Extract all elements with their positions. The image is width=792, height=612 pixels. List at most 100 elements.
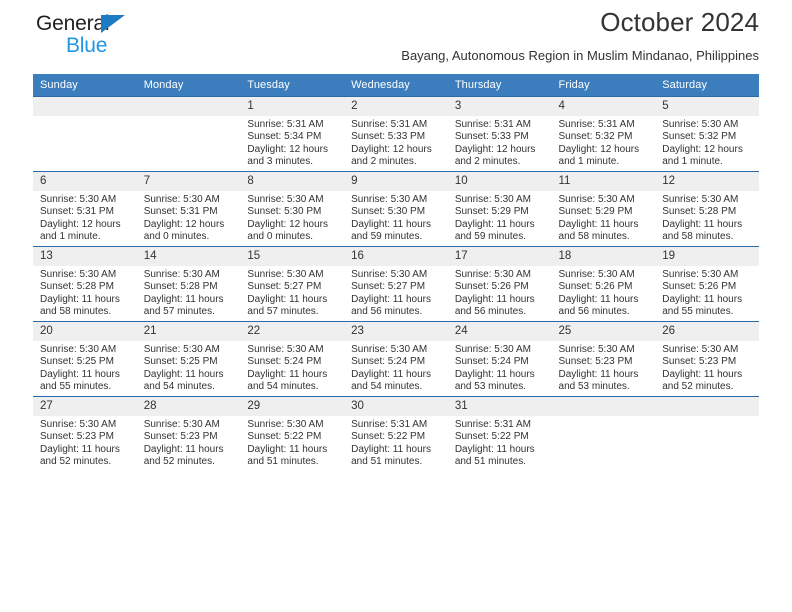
day-cell-content: 23 Sunrise: 5:30 AM Sunset: 5:24 PM Dayligh…: [344, 322, 448, 397]
sunset-text: Sunset: 5:22 PM: [351, 431, 426, 443]
calendar-day-cell[interactable]: 25 Sunrise: 5:30 AM Sunset: 5:23 PM Dayligh…: [551, 321, 656, 397]
day-cell-content: 28 Sunrise: 5:30 AM Sunset: 5:23 PM Dayligh…: [136, 397, 241, 471]
calendar-day-cell[interactable]: 17 Sunrise: 5:30 AM Sunset: 5:26 PM Dayligh…: [447, 246, 552, 322]
calendar-day-cell[interactable]: 20 Sunrise: 5:30 AM Sunset: 5:25 PM Dayligh…: [33, 321, 137, 397]
calendar-day-cell[interactable]: 28 Sunrise: 5:30 AM Sunset: 5:23 PM Dayligh…: [136, 396, 241, 471]
day-sun-info: Sunrise: 5:31 AM Sunset: 5:22 PM Daylight:…: [448, 416, 552, 469]
calendar-day-cell[interactable]: 18 Sunrise: 5:30 AM Sunset: 5:26 PM Dayligh…: [551, 246, 656, 322]
calendar-day-cell[interactable]: 21 Sunrise: 5:30 AM Sunset: 5:25 PM Dayligh…: [136, 321, 241, 397]
day-sun-info: Sunrise: 5:30 AM Sunset: 5:30 PM Daylight:…: [240, 191, 344, 244]
calendar-day-cell[interactable]: 8 Sunrise: 5:30 AM Sunset: 5:30 PM Daylight…: [240, 171, 345, 247]
calendar-day-cell[interactable]: 6 Sunrise: 5:30 AM Sunset: 5:31 PM Daylight…: [33, 171, 137, 247]
daylight-text-line1: Daylight: 12 hours: [247, 143, 329, 155]
day-sun-info: Sunrise: 5:30 AM Sunset: 5:29 PM Daylight:…: [448, 191, 552, 244]
day-sun-info: Sunrise: 5:30 AM Sunset: 5:32 PM Daylight:…: [655, 116, 759, 169]
calendar-day-cell[interactable]: 12 Sunrise: 5:30 AM Sunset: 5:28 PM Dayligh…: [655, 171, 759, 247]
calendar-day-cell[interactable]: 14 Sunrise: 5:30 AM Sunset: 5:28 PM Dayligh…: [136, 246, 241, 322]
day-number: 6: [33, 172, 137, 191]
day-cell-content: 7 Sunrise: 5:30 AM Sunset: 5:31 PM Daylight…: [136, 172, 241, 247]
calendar-day-cell[interactable]: 4 Sunrise: 5:31 AM Sunset: 5:32 PM Daylight…: [551, 96, 656, 172]
calendar-week-row: 1 Sunrise: 5:31 AM Sunset: 5:34 PM Daylight…: [33, 96, 759, 172]
daylight-text-line1: Daylight: 11 hours: [454, 368, 535, 380]
calendar-day-cell[interactable]: 23 Sunrise: 5:30 AM Sunset: 5:24 PM Dayligh…: [344, 321, 448, 397]
weekday-header-sunday: Sunday: [33, 74, 137, 97]
calendar-body: 1 Sunrise: 5:31 AM Sunset: 5:34 PM Daylight…: [33, 96, 759, 471]
sunrise-text: Sunrise: 5:30 AM: [558, 344, 635, 355]
daylight-text-line2: and 1 minute.: [40, 231, 101, 243]
daylight-text-line1: Daylight: 11 hours: [40, 443, 120, 455]
general-blue-logo[interactable]: General Blue: [36, 12, 171, 62]
calendar-day-cell[interactable]: 7 Sunrise: 5:30 AM Sunset: 5:31 PM Daylight…: [136, 171, 241, 247]
day-cell-content: 2 Sunrise: 5:31 AM Sunset: 5:33 PM Daylight…: [344, 97, 448, 172]
calendar-day-cell[interactable]: 9 Sunrise: 5:30 AM Sunset: 5:30 PM Daylight…: [344, 171, 448, 247]
day-sun-info: Sunrise: 5:30 AM Sunset: 5:29 PM Daylight:…: [552, 191, 656, 244]
logo-text-general: General: [36, 12, 110, 35]
day-number: 30: [344, 397, 448, 416]
weekday-header-friday: Friday: [551, 74, 656, 97]
calendar-day-cell[interactable]: 11 Sunrise: 5:30 AM Sunset: 5:29 PM Dayligh…: [551, 171, 656, 247]
calendar-header-row: Sunday Monday Tuesday Wednesday Thursday…: [33, 74, 759, 97]
sunrise-text: Sunrise: 5:30 AM: [351, 344, 428, 355]
calendar-day-cell[interactable]: 29 Sunrise: 5:30 AM Sunset: 5:22 PM Dayligh…: [240, 396, 345, 471]
day-cell-content: [551, 397, 656, 471]
calendar-day-cell[interactable]: 5 Sunrise: 5:30 AM Sunset: 5:32 PM Daylight…: [655, 96, 759, 172]
day-sun-info: Sunrise: 5:30 AM Sunset: 5:28 PM Daylight:…: [655, 191, 759, 244]
day-cell-content: 24 Sunrise: 5:30 AM Sunset: 5:24 PM Dayligh…: [447, 322, 552, 397]
day-sun-info: Sunrise: 5:30 AM Sunset: 5:23 PM Daylight:…: [137, 416, 241, 469]
sunset-text: Sunset: 5:33 PM: [454, 131, 529, 143]
day-sun-info: [33, 116, 137, 119]
calendar-day-cell[interactable]: 19 Sunrise: 5:30 AM Sunset: 5:26 PM Dayligh…: [655, 246, 759, 322]
sunrise-text: Sunrise: 5:31 AM: [247, 119, 324, 130]
daylight-text-line1: Daylight: 11 hours: [558, 218, 639, 230]
sunset-text: Sunset: 5:25 PM: [143, 356, 218, 368]
sunset-text: Sunset: 5:27 PM: [351, 281, 426, 293]
sunrise-text: Sunrise: 5:30 AM: [247, 269, 324, 280]
calendar-day-cell[interactable]: 24 Sunrise: 5:30 AM Sunset: 5:24 PM Dayligh…: [447, 321, 552, 397]
day-cell-content: 26 Sunrise: 5:30 AM Sunset: 5:23 PM Dayligh…: [655, 322, 759, 397]
calendar-day-cell[interactable]: 16 Sunrise: 5:30 AM Sunset: 5:27 PM Dayligh…: [344, 246, 448, 322]
calendar-day-cell[interactable]: 15 Sunrise: 5:30 AM Sunset: 5:27 PM Dayligh…: [240, 246, 345, 322]
day-cell-content: 10 Sunrise: 5:30 AM Sunset: 5:29 PM Dayligh…: [447, 172, 552, 247]
daylight-text-line2: and 0 minutes.: [247, 231, 314, 243]
daylight-text-line1: Daylight: 12 hours: [454, 143, 536, 155]
calendar-day-cell[interactable]: 1 Sunrise: 5:31 AM Sunset: 5:34 PM Daylight…: [240, 96, 345, 172]
day-number: 26: [655, 322, 759, 341]
day-number: 17: [447, 247, 552, 266]
calendar-day-cell[interactable]: 22 Sunrise: 5:30 AM Sunset: 5:24 PM Dayligh…: [240, 321, 345, 397]
calendar-day-cell[interactable]: 31 Sunrise: 5:31 AM Sunset: 5:22 PM Dayligh…: [447, 396, 552, 471]
calendar-day-cell[interactable]: 30 Sunrise: 5:31 AM Sunset: 5:22 PM Dayligh…: [344, 396, 448, 471]
sunset-text: Sunset: 5:27 PM: [247, 281, 322, 293]
calendar-day-cell[interactable]: 13 Sunrise: 5:30 AM Sunset: 5:28 PM Dayligh…: [33, 246, 137, 322]
day-sun-info: Sunrise: 5:30 AM Sunset: 5:28 PM Daylight:…: [137, 266, 241, 319]
daylight-text-line1: Daylight: 11 hours: [454, 443, 535, 455]
day-cell-content: 11 Sunrise: 5:30 AM Sunset: 5:29 PM Dayligh…: [551, 172, 656, 247]
daylight-text-line2: and 57 minutes.: [143, 306, 215, 318]
daylight-text-line1: Daylight: 11 hours: [143, 443, 224, 455]
day-number: 19: [655, 247, 759, 266]
calendar-day-cell[interactable]: 27 Sunrise: 5:30 AM Sunset: 5:23 PM Dayligh…: [33, 396, 137, 471]
calendar-day-cell[interactable]: 26 Sunrise: 5:30 AM Sunset: 5:23 PM Dayligh…: [655, 321, 759, 397]
day-cell-content: 1 Sunrise: 5:31 AM Sunset: 5:34 PM Daylight…: [240, 97, 345, 172]
daylight-text-line1: Daylight: 11 hours: [143, 293, 224, 305]
sunset-text: Sunset: 5:25 PM: [40, 356, 114, 368]
daylight-text-line1: Daylight: 11 hours: [247, 443, 328, 455]
sunset-text: Sunset: 5:24 PM: [454, 356, 529, 368]
sunset-text: Sunset: 5:23 PM: [662, 356, 737, 368]
sunset-text: Sunset: 5:23 PM: [143, 431, 218, 443]
daylight-text-line2: and 52 minutes.: [40, 456, 112, 468]
calendar-table: Sunday Monday Tuesday Wednesday Thursday…: [33, 74, 759, 471]
calendar-day-cell[interactable]: 3 Sunrise: 5:31 AM Sunset: 5:33 PM Daylight…: [447, 96, 552, 172]
calendar-day-cell[interactable]: 10 Sunrise: 5:30 AM Sunset: 5:29 PM Dayligh…: [447, 171, 552, 247]
daylight-text-line2: and 54 minutes.: [143, 381, 215, 393]
daylight-text-line1: Daylight: 11 hours: [143, 368, 224, 380]
daylight-text-line1: Daylight: 11 hours: [40, 368, 120, 380]
sunrise-text: Sunrise: 5:30 AM: [558, 194, 635, 205]
day-number: 29: [240, 397, 345, 416]
calendar-empty-cell: [551, 396, 656, 471]
sunset-text: Sunset: 5:22 PM: [247, 431, 322, 443]
day-cell-content: 16 Sunrise: 5:30 AM Sunset: 5:27 PM Dayligh…: [344, 247, 448, 322]
day-sun-info: Sunrise: 5:31 AM Sunset: 5:22 PM Daylight:…: [344, 416, 448, 469]
day-cell-content: 22 Sunrise: 5:30 AM Sunset: 5:24 PM Dayligh…: [240, 322, 345, 397]
calendar-day-cell[interactable]: 2 Sunrise: 5:31 AM Sunset: 5:33 PM Daylight…: [344, 96, 448, 172]
day-cell-content: 20 Sunrise: 5:30 AM Sunset: 5:25 PM Dayligh…: [33, 322, 137, 397]
